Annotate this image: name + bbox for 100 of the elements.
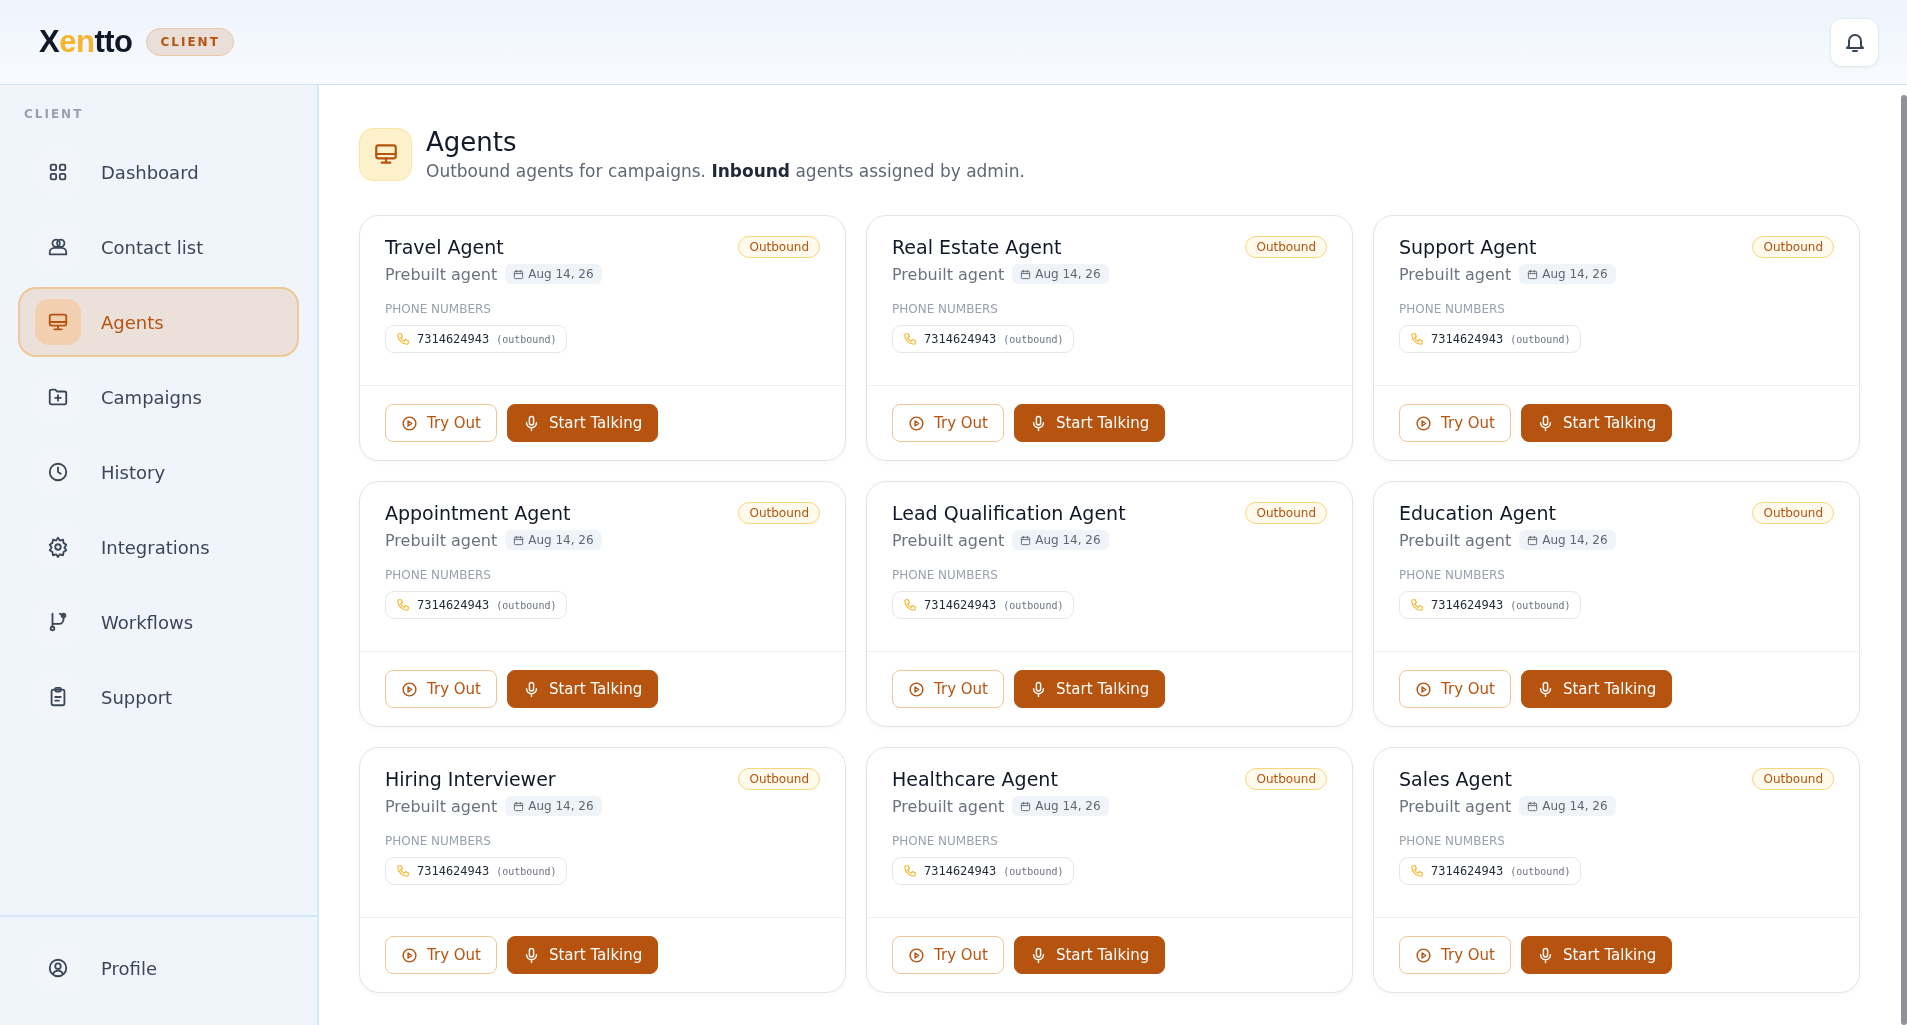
phone-direction: (outbound) [496,865,557,877]
try-out-button[interactable]: Try Out [1399,936,1511,974]
page-title: Agents [426,127,518,157]
agent-type: Prebuilt agent [1399,530,1512,550]
calendar-icon [513,800,525,812]
phone-icon [396,598,410,612]
start-talking-button[interactable]: Start Talking [1013,936,1166,974]
phone-icon [1410,332,1424,346]
direction-badge: Outbound [1245,768,1327,790]
start-talking-button[interactable]: Start Talking [1013,404,1166,442]
start-talking-button[interactable]: Start Talking [506,936,659,974]
gear-icon [47,536,69,558]
date-chip: Aug 14, 26 [505,796,602,816]
phone-numbers-label: PHONE NUMBERS [892,834,999,848]
notifications-button[interactable] [1830,17,1879,67]
play-icon [401,680,418,698]
agent-type: Prebuilt agent [892,530,1005,550]
agent-type: Prebuilt agent [1399,264,1512,284]
try-out-button[interactable]: Try Out [892,404,1004,442]
user-icon [47,957,69,979]
phone-icon [396,332,410,346]
direction-badge: Outbound [738,502,820,524]
phone-icon [903,864,917,878]
agent-type: Prebuilt agent [385,796,498,816]
phone-icon [1410,598,1424,612]
sidebar-item[interactable]: Integrations [18,512,299,582]
phone-icon [903,598,917,612]
sidebar-item[interactable]: Contact list [18,212,299,282]
date-chip: Aug 14, 26 [1519,264,1616,284]
start-talking-button[interactable]: Start Talking [1520,670,1673,708]
play-icon [401,414,418,432]
try-out-button[interactable]: Try Out [385,670,497,708]
phone-number: 7314624943 [924,864,997,878]
calendar-icon [1020,268,1032,280]
sidebar-item[interactable]: Profile [18,933,299,1003]
direction-badge: Outbound [1752,236,1834,258]
start-talking-button[interactable]: Start Talking [1520,404,1673,442]
phone-icon [396,864,410,878]
agent-type: Prebuilt agent [892,796,1005,816]
users-icon [47,236,69,258]
grid-icon [47,161,69,183]
phone-number: 7314624943 [417,864,490,878]
start-talking-button[interactable]: Start Talking [506,670,659,708]
page-subtitle: Outbound agents for campaigns. Inbound agents assigned by admin. [426,161,1025,181]
try-out-button[interactable]: Try Out [385,404,497,442]
phone-direction: (outbound) [1003,865,1064,877]
phone-number: 7314624943 [924,332,997,346]
play-icon [401,946,418,964]
start-talking-button[interactable]: Start Talking [506,404,659,442]
direction-badge: Outbound [1752,768,1834,790]
calendar-icon [1527,800,1539,812]
try-out-button[interactable]: Try Out [385,936,497,974]
try-out-button[interactable]: Try Out [892,670,1004,708]
sidebar-item[interactable]: History [18,437,299,507]
scrollbar[interactable] [1901,95,1907,1025]
phone-numbers-label: PHONE NUMBERS [892,302,999,316]
start-talking-button[interactable]: Start Talking [1013,670,1166,708]
sidebar-item[interactable]: Workflows [18,587,299,657]
calendar-icon [1020,534,1032,546]
phone-number: 7314624943 [924,598,997,612]
agent-type: Prebuilt agent [385,530,498,550]
date-chip: Aug 14, 26 [1012,264,1109,284]
direction-badge: Outbound [738,236,820,258]
agent-name: Healthcare Agent [892,768,1058,790]
direction-badge: Outbound [1752,502,1834,524]
phone-numbers-label: PHONE NUMBERS [385,834,492,848]
agent-name: Real Estate Agent [892,236,1062,258]
direction-badge: Outbound [1245,236,1327,258]
try-out-button[interactable]: Try Out [1399,670,1511,708]
agent-name: Hiring Interviewer [385,768,556,790]
phone-icon [1410,864,1424,878]
phone-number: 7314624943 [417,332,490,346]
calendar-icon [1020,800,1032,812]
agent-type: Prebuilt agent [1399,796,1512,816]
calendar-icon [1527,268,1539,280]
phone-numbers-label: PHONE NUMBERS [1399,834,1506,848]
sidebar-item[interactable]: Dashboard [18,137,299,207]
agent-name: Appointment Agent [385,502,571,524]
try-out-button[interactable]: Try Out [892,936,1004,974]
try-out-button[interactable]: Try Out [1399,404,1511,442]
role-badge: CLIENT [146,28,234,56]
date-chip: Aug 14, 26 [505,530,602,550]
play-icon [908,946,925,964]
date-chip: Aug 14, 26 [1012,796,1109,816]
start-talking-button[interactable]: Start Talking [1520,936,1673,974]
phone-number: 7314624943 [1431,864,1504,878]
monitor-icon [47,311,69,333]
sidebar-item[interactable]: Support [18,662,299,732]
sidebar-item[interactable]: Agents [18,287,299,357]
play-icon [908,680,925,698]
phone-numbers-label: PHONE NUMBERS [1399,568,1506,582]
phone-numbers-label: PHONE NUMBERS [385,302,492,316]
folder-plus-icon [47,386,69,408]
play-icon [1415,680,1432,698]
phone-direction: (outbound) [1510,599,1571,611]
phone-number: 7314624943 [417,598,490,612]
direction-badge: Outbound [1245,502,1327,524]
direction-badge: Outbound [738,768,820,790]
sidebar-item[interactable]: Campaigns [18,362,299,432]
calendar-icon [513,534,525,546]
